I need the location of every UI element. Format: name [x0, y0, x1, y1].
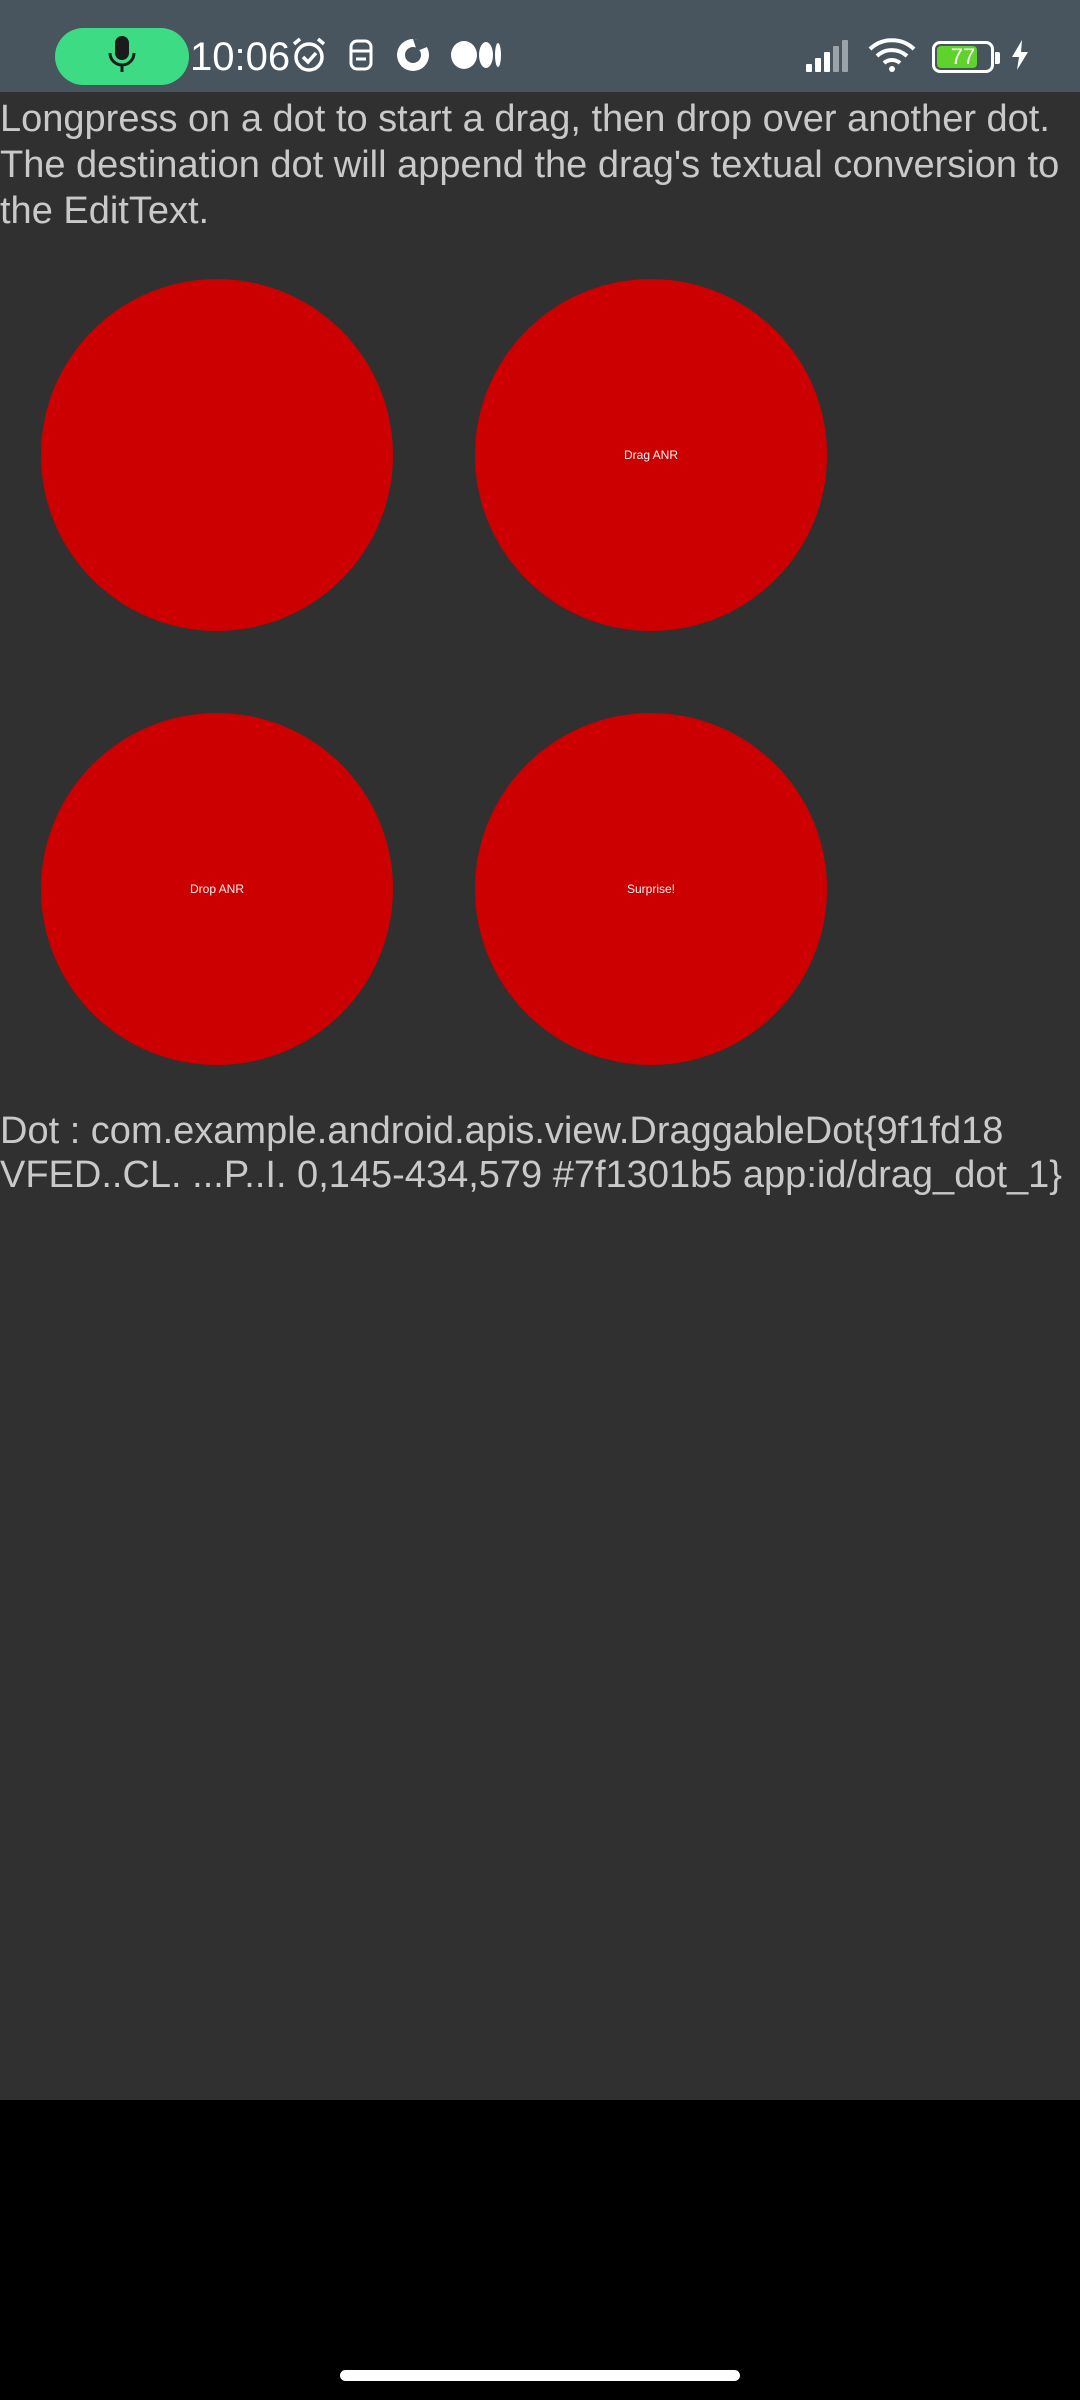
charging-icon — [1010, 39, 1030, 76]
signal-icon — [804, 38, 852, 77]
dot-label: Surprise! — [626, 882, 676, 896]
draggable-dot-drop-anr[interactable]: Drop ANR — [41, 713, 393, 1065]
app-notification-icon — [346, 37, 376, 78]
instructions-text: Longpress on a dot to start a drag, then… — [0, 98, 1060, 232]
mic-icon — [106, 34, 138, 79]
app-notification-icon — [394, 36, 432, 79]
draggable-dot-surprise[interactable]: Surprise! — [475, 713, 827, 1065]
app-content: Longpress on a dot to start a drag, then… — [0, 92, 1080, 2100]
drop-result-text[interactable]: Dot : com.example.android.apis.view.Drag… — [0, 1109, 1080, 1197]
microphone-indicator-pill[interactable] — [55, 28, 189, 85]
draggable-dot-drag-anr[interactable]: Drag ANR — [475, 279, 827, 631]
alarm-icon — [290, 36, 328, 79]
system-status-icons: 77 — [804, 34, 1030, 80]
wifi-icon — [868, 37, 916, 78]
dot-label: Drop ANR — [189, 882, 245, 896]
battery-cap — [995, 52, 1000, 64]
draggable-dot-1[interactable] — [41, 279, 393, 631]
medium-icon — [450, 38, 502, 77]
notification-icons — [290, 34, 502, 80]
dot-label: Drag ANR — [623, 448, 679, 462]
clock-time: 10:06 — [190, 35, 291, 79]
battery-icon: 77 — [932, 41, 1000, 73]
battery-level: 77 — [950, 44, 976, 69]
navigation-bar — [0, 2100, 1080, 2400]
status-bar: 10:06 77 — [0, 0, 1080, 92]
home-gesture-handle[interactable] — [340, 2370, 740, 2381]
